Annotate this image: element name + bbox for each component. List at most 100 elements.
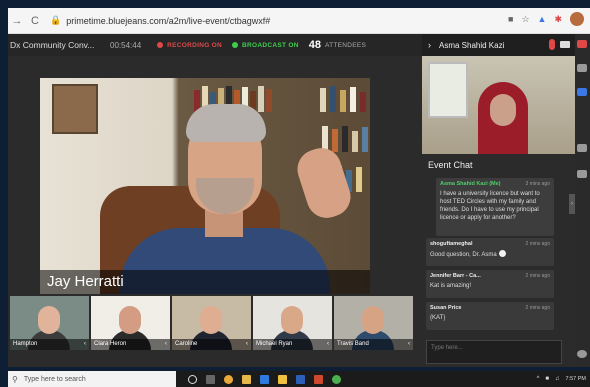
chat-time: 2 mins ago: [525, 241, 550, 247]
chevron-up-icon[interactable]: ^: [537, 376, 540, 382]
event-timer: 00:54:44: [110, 40, 142, 50]
url-text: primetime.bluejeans.com/a2m/live-event/c…: [66, 15, 271, 26]
address-bar[interactable]: 🔒 primetime.bluejeans.com/a2m/live-event…: [50, 12, 490, 30]
broadcast-label: BROADCAST ON: [242, 41, 299, 49]
chat-icon[interactable]: [577, 88, 587, 96]
app-icon[interactable]: [332, 374, 341, 384]
chat-text: Good question, Dr. Asma: [430, 250, 550, 259]
network-icon[interactable]: ■: [545, 376, 549, 382]
broadcast-dot-icon: [232, 42, 239, 48]
participant-label: Hampton ‹: [10, 339, 89, 350]
participant-label: Caroline ‹: [172, 339, 251, 350]
presenter-video[interactable]: [422, 56, 575, 154]
attendee-count: 48: [308, 39, 321, 51]
sticky-notes-icon[interactable]: [278, 374, 287, 384]
main-speaker-video[interactable]: Jay Herratti: [40, 78, 370, 294]
right-panel: › Asma Shahid Kazi Event Chat Asma Shahi…: [422, 34, 575, 367]
gear-icon[interactable]: [577, 350, 587, 358]
participant-thumb[interactable]: Michael Ryan ‹: [253, 296, 332, 350]
camera-icon[interactable]: [560, 41, 570, 48]
people-icon[interactable]: [577, 64, 587, 72]
participant-face: [200, 306, 222, 334]
smile-emoji-icon: [498, 250, 506, 257]
taskbar: ⚲ Type here to search ^ ■ ♫ 7:57 PM: [8, 371, 590, 387]
participant-thumb[interactable]: Travis Band ‹: [334, 296, 413, 350]
attendee-label: ATTENDEES: [324, 41, 367, 49]
participant-thumbnails: Hampton ‹ Clara Heron ‹ Caroline ‹ Michael …: [8, 296, 422, 352]
chat-time: 3 mins ago: [525, 181, 550, 187]
participant-face: [38, 306, 60, 334]
recording-dot-icon: [157, 42, 164, 48]
chat-input[interactable]: Type here...: [426, 340, 562, 364]
participant-thumb[interactable]: Clara Heron ‹: [91, 296, 170, 350]
participant-face: [281, 306, 303, 334]
search-icon: ⚲: [12, 374, 18, 384]
broadcast-indicator: BROADCAST ON: [232, 42, 299, 49]
cast-icon[interactable]: ■: [508, 14, 513, 24]
back-button[interactable]: →: [8, 12, 26, 30]
chat-time: 2 mins ago: [525, 273, 550, 279]
stats-icon[interactable]: [577, 144, 587, 152]
word-icon[interactable]: [296, 374, 305, 384]
recording-indicator: RECORDING ON: [157, 42, 222, 49]
chat-text: Kat is amazing!: [430, 283, 472, 289]
volume-icon[interactable]: ♫: [555, 376, 560, 382]
mic-icon: ‹: [327, 341, 329, 347]
file-explorer-icon[interactable]: [242, 374, 251, 384]
chat-title: Event Chat: [428, 160, 473, 170]
participant-label: Clara Heron ‹: [91, 339, 170, 350]
chat-text: I have a university licence but want to …: [440, 191, 540, 222]
taskbar-apps: [188, 374, 341, 384]
profile-avatar[interactable]: [570, 12, 584, 26]
mic-icon: ‹: [84, 341, 86, 347]
share-icon[interactable]: [577, 170, 587, 178]
mic-icon: ‹: [165, 341, 167, 347]
mic-icon: ‹: [408, 341, 410, 347]
side-toolbar: [575, 34, 590, 367]
star-icon[interactable]: ☆: [521, 14, 529, 25]
clock-time: 7:57 PM: [565, 375, 586, 382]
powerpoint-icon[interactable]: [314, 374, 323, 384]
participant-thumb[interactable]: Caroline ‹: [172, 296, 251, 350]
clock[interactable]: 7:57 PM: [566, 376, 586, 382]
speaker-hair: [186, 104, 266, 142]
extension-icon[interactable]: ▲: [538, 14, 547, 24]
background-window: [428, 62, 468, 118]
speaker-name-label: Jay Herratti: [40, 270, 370, 294]
chevron-right-icon[interactable]: ›: [428, 40, 431, 50]
taskbar-search[interactable]: ⚲ Type here to search: [8, 371, 176, 387]
app-icon[interactable]: [577, 40, 587, 48]
recording-label: RECORDING ON: [167, 41, 223, 49]
lock-icon: 🔒: [50, 15, 62, 25]
system-tray: ^ ■ ♫ 7:57 PM: [537, 371, 586, 387]
extension-2-icon[interactable]: ✱: [554, 14, 562, 25]
chrome-icon[interactable]: [224, 374, 233, 384]
chat-text: {KAT}: [430, 315, 446, 321]
task-view-icon[interactable]: [206, 374, 215, 384]
app-window: Dx Community Conv... 00:54:44 RECORDING …: [8, 34, 575, 367]
chat-message: Asma Shahid Kazi (Me) 3 mins ago I have …: [436, 178, 554, 236]
participant-face: [362, 306, 384, 334]
mic-icon: ‹: [246, 341, 248, 347]
cortana-icon[interactable]: [188, 374, 197, 384]
chat-message: Susan Price 2 mins ago {KAT}: [426, 302, 554, 330]
wall-painting: [52, 84, 98, 134]
participant-label: Michael Ryan ‹: [253, 339, 332, 350]
browser-actions: ■ ☆ ▲ ✱: [508, 12, 584, 26]
mail-icon[interactable]: [260, 374, 269, 384]
chat-time: 2 mins ago: [525, 305, 550, 311]
presenter-header: › Asma Shahid Kazi: [422, 34, 575, 56]
event-name: Dx Community Conv...: [10, 40, 95, 50]
chat-message: Jennifer Barr - Ca... 2 mins ago Kat is …: [426, 270, 554, 298]
participant-face: [119, 306, 141, 334]
chat-message: shoguftameghal 2 mins ago Good question,…: [426, 238, 554, 266]
presenter-name: Asma Shahid Kazi: [439, 40, 505, 50]
screen: → C 🔒 primetime.bluejeans.com/a2m/live-e…: [0, 0, 590, 387]
participant-thumb[interactable]: Hampton ‹: [10, 296, 89, 350]
browser-toolbar: → C 🔒 primetime.bluejeans.com/a2m/live-e…: [8, 8, 590, 34]
presenter-face: [490, 94, 516, 126]
event-status-bar: Dx Community Conv... 00:54:44 RECORDING …: [8, 34, 422, 56]
reload-button[interactable]: C: [26, 12, 44, 30]
participant-label: Travis Band ‹: [334, 339, 413, 350]
microphone-icon[interactable]: [549, 39, 555, 50]
